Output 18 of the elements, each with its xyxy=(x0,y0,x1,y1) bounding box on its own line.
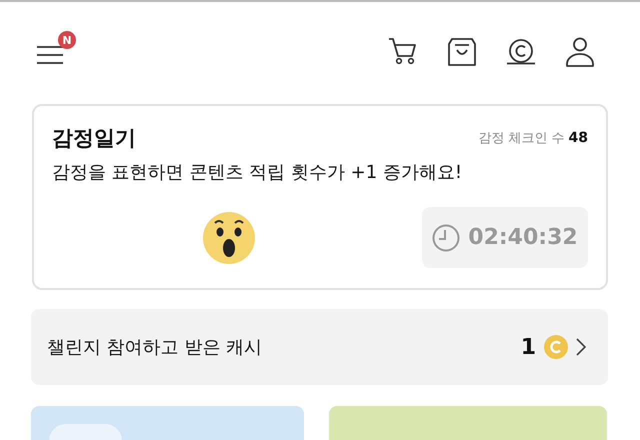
card-description: 감정을 표현하면 콘텐츠 적립 횟수가 +1 증가해요! xyxy=(52,161,464,184)
countdown-time: 02:40:32 xyxy=(468,225,578,250)
cash-amount: 1 xyxy=(520,334,536,360)
surprised-face-icon[interactable] xyxy=(202,210,256,264)
coin-icon xyxy=(544,335,568,359)
user-icon[interactable] xyxy=(566,37,594,67)
shopping-bag-icon[interactable] xyxy=(448,38,476,66)
coin-icon[interactable] xyxy=(506,39,536,65)
cart-icon[interactable] xyxy=(388,38,418,66)
challenge-cash-row[interactable]: 챌린지 참여하고 받은 캐시 1 xyxy=(31,309,608,385)
menu-icon[interactable] xyxy=(36,44,64,66)
clock-icon xyxy=(432,224,460,252)
card-title: 감정일기 xyxy=(52,125,137,152)
checkin-count: 48 xyxy=(568,130,588,146)
checkin-label: 감정 체크인 수 xyxy=(478,130,565,147)
chevron-right-icon xyxy=(576,338,586,356)
notification-badge: N xyxy=(58,31,76,49)
cash-label: 챌린지 참여하고 받은 캐시 xyxy=(47,336,264,359)
